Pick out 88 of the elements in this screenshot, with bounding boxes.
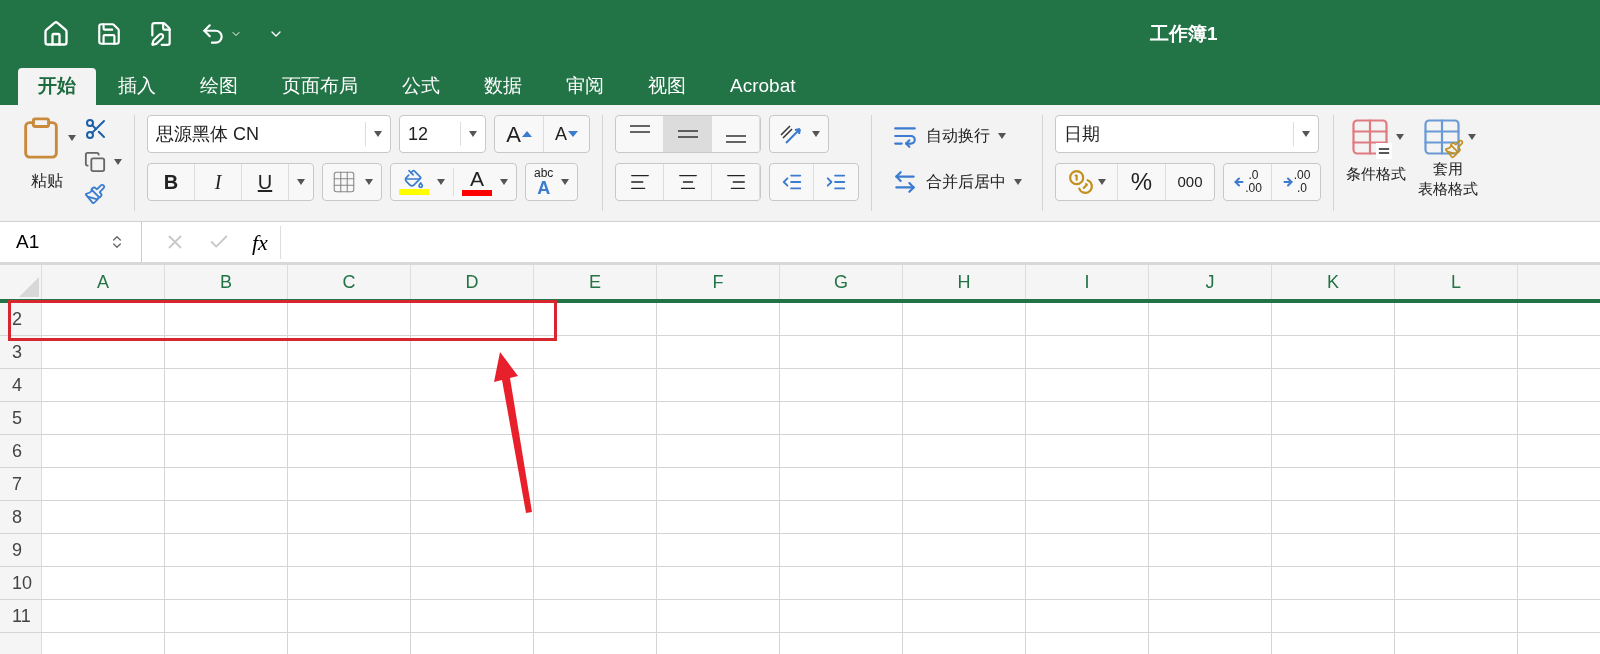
decrease-decimal-button[interactable]: .00 .0: [1272, 164, 1320, 200]
dropdown-caret-icon[interactable]: [469, 131, 477, 137]
font-style-button[interactable]: U: [242, 164, 289, 200]
increase-decimal-button[interactable]: .0 .00: [1224, 164, 1272, 200]
text-effects-letter[interactable]: A: [537, 179, 551, 197]
document-edit-icon[interactable]: [148, 21, 174, 47]
row-header[interactable]: 11: [0, 600, 42, 632]
dropdown-caret-icon[interactable]: [365, 179, 373, 185]
column-header[interactable]: E: [534, 265, 657, 299]
column-header[interactable]: C: [288, 265, 411, 299]
ribbon-tab[interactable]: 公式: [380, 68, 462, 105]
paste-label[interactable]: 粘贴: [31, 169, 63, 193]
font-color-letter[interactable]: A: [470, 168, 484, 190]
down-triangle-icon: [568, 131, 578, 137]
dropdown-caret-icon[interactable]: [437, 179, 445, 185]
borders-icon[interactable]: [331, 169, 357, 195]
column-header[interactable]: K: [1272, 265, 1395, 299]
align-lines-icon: [725, 135, 746, 143]
row-header[interactable]: 2: [0, 303, 42, 335]
ribbon-tab[interactable]: Acrobat: [708, 68, 818, 105]
coins-icon: [1067, 169, 1094, 195]
column-header[interactable]: H: [903, 265, 1026, 299]
conditional-format-button[interactable]: 条件格式: [1346, 115, 1406, 199]
column-header[interactable]: I: [1026, 265, 1149, 299]
column-header[interactable]: F: [657, 265, 780, 299]
left-arrow-icon: [1233, 176, 1246, 188]
column-header[interactable]: D: [411, 265, 534, 299]
dropdown-caret-icon[interactable]: [1097, 179, 1106, 185]
dropdown-caret-icon[interactable]: [998, 133, 1006, 139]
font-style-button[interactable]: B: [148, 164, 195, 200]
row-header[interactable]: 5: [0, 402, 42, 434]
ribbon-tab[interactable]: 绘图: [178, 68, 260, 105]
function-button[interactable]: fx: [252, 225, 281, 259]
up-triangle-icon: [521, 131, 532, 137]
dropdown-caret-icon[interactable]: [812, 131, 820, 137]
dropdown-caret-icon[interactable]: [1396, 134, 1404, 140]
dropdown-caret-icon[interactable]: [1014, 179, 1022, 185]
font-name-field[interactable]: 思源黑体 CN: [147, 115, 391, 153]
right-arrow-icon: [1281, 176, 1294, 188]
double-arrow-icon: [892, 169, 918, 195]
row-header[interactable]: 6: [0, 435, 42, 467]
home-icon[interactable]: [42, 20, 70, 48]
column-header[interactable]: B: [165, 265, 288, 299]
save-icon[interactable]: [96, 21, 122, 47]
column-header[interactable]: L: [1395, 265, 1518, 299]
row-header[interactable]: 4: [0, 369, 42, 401]
text-effects-label[interactable]: abc: [534, 167, 554, 179]
ribbon-tab[interactable]: 插入: [96, 68, 178, 105]
align-lines-icon: [629, 125, 650, 133]
row-header[interactable]: 7: [0, 468, 42, 500]
ribbon-tab[interactable]: 审阅: [544, 68, 626, 105]
table-format-button[interactable]: 套用 表格格式: [1418, 115, 1478, 199]
vertical-align-button[interactable]: [664, 116, 712, 152]
dropdown-caret-icon[interactable]: [500, 179, 508, 185]
font-style-button[interactable]: I: [195, 164, 242, 200]
ribbon-tab[interactable]: 页面布局: [260, 68, 380, 105]
font-size-field[interactable]: 12: [399, 115, 486, 153]
dropdown-caret-icon[interactable]: [114, 159, 122, 165]
column-header[interactable]: J: [1149, 265, 1272, 299]
percent-button[interactable]: %: [1118, 164, 1166, 200]
paintbrush-icon[interactable]: [84, 183, 106, 205]
row-header[interactable]: 9: [0, 534, 42, 566]
dropdown-caret-icon[interactable]: [1468, 134, 1476, 140]
scissors-icon[interactable]: [84, 117, 108, 141]
copy-icon[interactable]: [84, 151, 106, 173]
dropdown-caret-icon[interactable]: [297, 179, 305, 185]
column-header[interactable]: G: [780, 265, 903, 299]
align-lines-icon: [677, 130, 698, 138]
row-header[interactable]: 8: [0, 501, 42, 533]
ribbon-tab[interactable]: 开始: [18, 68, 96, 105]
dropdown-caret-icon[interactable]: [561, 179, 570, 185]
column-header[interactable]: A: [42, 265, 165, 299]
row-header[interactable]: 10: [0, 567, 42, 599]
name-box[interactable]: A1: [0, 222, 142, 262]
wrap-text-button[interactable]: 自动换行: [892, 121, 1022, 151]
window-title: 工作簿1: [1150, 21, 1218, 46]
merge-center-button[interactable]: 合并后居中: [892, 167, 1022, 197]
fill-bucket-icon[interactable]: [404, 169, 424, 189]
number-format-field[interactable]: 日期: [1055, 115, 1319, 153]
dropdown-caret-icon[interactable]: [68, 135, 76, 141]
ribbon-tab[interactable]: 视图: [626, 68, 708, 105]
shrink-font-button[interactable]: A: [543, 116, 589, 152]
dropdown-caret-icon[interactable]: [374, 131, 382, 137]
comma-style-button[interactable]: 000: [1166, 164, 1214, 200]
dropdown-caret-icon[interactable]: [1302, 131, 1310, 137]
undo-icon[interactable]: [200, 21, 226, 47]
grow-font-button[interactable]: A: [495, 116, 543, 152]
ribbon-tab[interactable]: 数据: [462, 68, 544, 105]
